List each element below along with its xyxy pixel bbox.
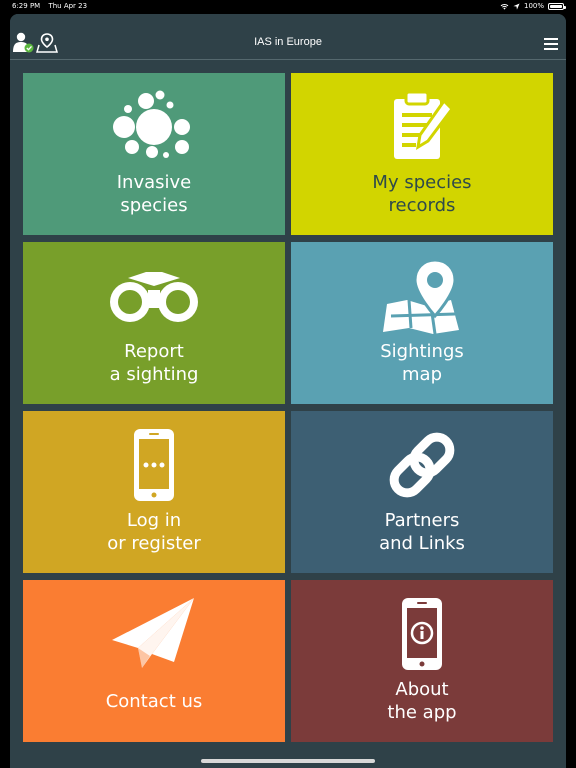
tile-label: Contact us — [105, 691, 203, 712]
status-date: Thu Apr 23 — [48, 2, 88, 10]
tile-label: My species records — [372, 172, 472, 216]
tile-login-register[interactable]: Log in or register — [23, 411, 285, 573]
navigation-bar: IAS in Europe — [10, 14, 566, 60]
tile-label: Sightings map — [380, 341, 464, 385]
status-bar: 6:29 PM Thu Apr 23 100% — [0, 0, 576, 14]
tile-label: Partners and Links — [379, 510, 465, 554]
tile-sightings-map[interactable]: Sightings map — [291, 242, 553, 404]
tile-invasive-species[interactable]: Invasive species — [23, 73, 285, 235]
tile-label: Log in or register — [107, 510, 201, 554]
binoculars-icon — [23, 258, 285, 334]
status-left: 6:29 PM Thu Apr 23 — [12, 2, 93, 10]
tile-report-sighting[interactable]: Report a sighting — [23, 242, 285, 404]
circles-icon — [23, 89, 285, 165]
battery-icon — [548, 2, 566, 10]
page-title: IAS in Europe — [254, 36, 322, 48]
phone-icon — [23, 427, 285, 503]
info-phone-icon — [291, 596, 553, 672]
paper-plane-icon — [23, 596, 285, 672]
hamburger-menu-icon[interactable] — [544, 38, 560, 50]
wifi-icon — [500, 3, 509, 10]
map-pin-icon — [291, 258, 553, 334]
battery-percent: 100% — [523, 2, 544, 10]
status-right: 100% — [500, 2, 566, 10]
status-time: 6:29 PM — [12, 2, 41, 10]
home-indicator[interactable] — [201, 759, 375, 763]
tile-partners-links[interactable]: Partners and Links — [291, 411, 553, 573]
clipboard-icon — [291, 89, 553, 165]
tile-my-species-records[interactable]: My species records — [291, 73, 553, 235]
location-arrow-icon — [513, 2, 520, 10]
tile-contact-us[interactable]: Contact us — [23, 580, 285, 742]
app-window: IAS in Europe Invasive species My specie… — [10, 14, 566, 768]
tile-label: Invasive species — [116, 172, 192, 216]
link-icon — [291, 427, 553, 503]
tile-about-app[interactable]: About the app — [291, 580, 553, 742]
tile-label: About the app — [387, 679, 457, 723]
tile-label: Report a sighting — [109, 341, 199, 385]
